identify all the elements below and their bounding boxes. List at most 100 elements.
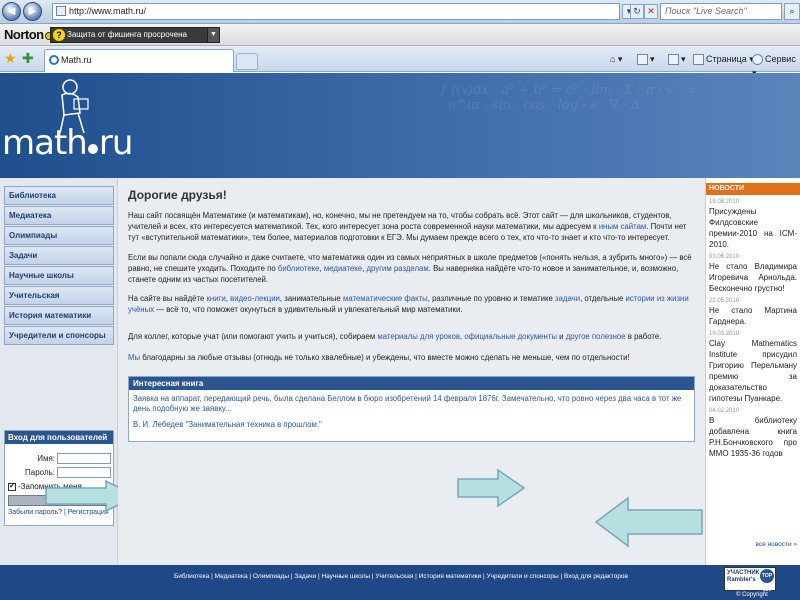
phishing-status-text: Защита от фишинга просрочена bbox=[67, 30, 187, 39]
visitor-paragraph: Если вы попали сюда случайно и даже счит… bbox=[128, 253, 692, 284]
logo-text: math bbox=[2, 123, 88, 163]
url-field[interactable]: http://www.math.ru/ bbox=[52, 3, 620, 20]
favorites-star-icon[interactable]: ★ bbox=[4, 51, 17, 65]
search-input[interactable]: Поиск "Live Search" bbox=[660, 3, 782, 20]
stop-icon[interactable]: ✕ bbox=[644, 4, 658, 19]
video-lectures-link[interactable]: видео-лекции bbox=[230, 294, 280, 303]
library-link[interactable]: библиотеке bbox=[278, 264, 320, 273]
page-title: Дорогие друзья! bbox=[128, 188, 227, 202]
media-link[interactable]: медиатеке bbox=[324, 264, 362, 273]
problems-link[interactable]: задачи bbox=[555, 294, 580, 303]
home-icon[interactable]: ⌂ ▾ bbox=[610, 52, 622, 66]
news-text[interactable]: В библиотеку добавлена книга Р.Н.Бончков… bbox=[709, 415, 797, 459]
print-icon[interactable]: ▾ bbox=[668, 52, 686, 66]
menu-item-media[interactable]: Медиатека bbox=[4, 206, 114, 225]
content-paragraph: На сайте вы найдёте книги, видео-лекции,… bbox=[128, 294, 689, 314]
tab-bar: ★ ✚ Math.ru ⌂ ▾ ▾ ▾ Страница ▾ Сервис ▾ bbox=[0, 46, 800, 78]
logo-suffix: ru bbox=[98, 123, 134, 163]
username-input[interactable] bbox=[57, 453, 111, 464]
book-excerpt-link[interactable]: Заявка на аппарат, передающий речь, была… bbox=[129, 390, 694, 414]
phishing-status-dropdown[interactable]: ? Защита от фишинга просрочена ▼ bbox=[50, 27, 220, 43]
lesson-materials-link[interactable]: материалы для уроков bbox=[377, 332, 460, 341]
news-sidebar: НОВОСТИ 19.08.2010 Присуждены Филдсовски… bbox=[705, 178, 800, 565]
menu-item-olympiads[interactable]: Олимпиады bbox=[4, 226, 114, 245]
content-text: На сайте вы найдёте bbox=[128, 294, 205, 303]
other-sites-link[interactable]: иным сайтам bbox=[599, 222, 647, 231]
feedback-text: благодарны за любые отзывы (отнюдь не то… bbox=[140, 353, 630, 362]
remember-checkbox[interactable]: ✔ bbox=[8, 482, 16, 491]
news-date: 04.02.2010 bbox=[709, 408, 740, 414]
address-bar: ◀ ▶ http://www.math.ru/ ▾ ↻ ✕ Поиск "Liv… bbox=[0, 0, 800, 24]
intro-text: Наш сайт посвящён Математике (и математи… bbox=[128, 211, 672, 231]
news-item: 19.03.2010 Clay Mathematics Institute пр… bbox=[706, 327, 800, 404]
password-input[interactable] bbox=[57, 467, 111, 478]
username-row: Имя: bbox=[7, 453, 111, 465]
password-label: Пароль: bbox=[25, 468, 55, 477]
main-menu: Библиотека Медиатека Олимпиады Задачи На… bbox=[4, 186, 114, 346]
main-content: Дорогие друзья! Наш сайт посвящён Матема… bbox=[118, 178, 705, 565]
help-icon: ? bbox=[53, 29, 65, 41]
page-menu-label: Страница bbox=[706, 54, 747, 64]
url-text: http://www.math.ru/ bbox=[69, 6, 147, 16]
page-menu[interactable]: Страница ▾ bbox=[693, 52, 754, 66]
books-link[interactable]: книги bbox=[207, 294, 226, 303]
news-item: 03.06.2010 Не стало Владимира Игоревича … bbox=[706, 250, 800, 294]
search-icon[interactable]: ⌕ bbox=[784, 3, 800, 20]
news-date: 19.03.2010 bbox=[709, 331, 740, 337]
username-label: Имя: bbox=[37, 454, 55, 463]
menu-item-schools[interactable]: Научные школы bbox=[4, 266, 114, 285]
book-author-link[interactable]: В. И. Лебедев "Занимательная техника в п… bbox=[129, 414, 694, 429]
page-icon bbox=[56, 6, 66, 16]
content-text-2: , занимательные bbox=[279, 294, 341, 303]
norton-logo: Norton bbox=[4, 27, 53, 42]
content-text-4: , отдельные bbox=[580, 294, 624, 303]
feedback-link[interactable]: Мы bbox=[128, 353, 140, 362]
left-sidebar: Библиотека Медиатека Олимпиады Задачи На… bbox=[0, 178, 138, 565]
menu-item-library[interactable]: Библиотека bbox=[4, 186, 114, 205]
footer-links[interactable]: Библиотека | Медиатека | Олимпиады | Зад… bbox=[174, 573, 628, 580]
menu-item-teachers[interactable]: Учительская bbox=[4, 286, 114, 305]
web-page: ∫ f(x)dx · a² + b² = c² · lim · Σ · π · … bbox=[0, 73, 800, 600]
rambler-top100-badge[interactable]: УЧАСТНИК Rambler's TOP 100 bbox=[724, 567, 776, 593]
news-title: НОВОСТИ bbox=[706, 183, 800, 195]
official-docs-link[interactable]: официальные документы bbox=[464, 332, 557, 341]
news-item: 04.02.2010 В библиотеку добавлена книга … bbox=[706, 404, 800, 459]
news-text[interactable]: Не стало Владимира Игоревича Арнольда. Б… bbox=[709, 261, 797, 294]
arrow-left-icon bbox=[594, 496, 703, 548]
menu-item-sponsors[interactable]: Учредители и спонсоры bbox=[4, 326, 114, 345]
intro-paragraph: Наш сайт посвящён Математике (и математи… bbox=[128, 210, 696, 243]
content-text-end: — всё то, что поможет окунуться в удивит… bbox=[154, 305, 463, 314]
ie-icon bbox=[49, 55, 59, 65]
forward-button[interactable]: ▶ bbox=[23, 2, 42, 21]
colleagues-paragraph: Для коллег, которые учат (или помогают у… bbox=[128, 332, 662, 341]
new-tab-button[interactable] bbox=[236, 53, 258, 70]
header-watermark: ∫ f(x)dx · a² + b² = c² · lim · Σ · π · … bbox=[440, 83, 699, 113]
colleagues-text: Для коллег, которые учат (или помогают у… bbox=[128, 332, 376, 341]
copyright: © Copyright bbox=[736, 592, 768, 598]
math-facts-link[interactable]: математические факты bbox=[343, 294, 428, 303]
all-news-link[interactable]: все новости » bbox=[755, 541, 797, 548]
badge-top100: TOP 100 bbox=[760, 569, 774, 593]
back-button[interactable]: ◀ bbox=[2, 2, 21, 21]
book-box-title: Интересная книга bbox=[129, 377, 694, 390]
news-text[interactable]: Не стало Мартина Гарднера. bbox=[709, 305, 797, 327]
site-logo[interactable]: math ru bbox=[2, 123, 134, 163]
content-text-3: , различные по уровню и тематике bbox=[427, 294, 553, 303]
norton-toolbar: Norton ? Защита от фишинга просрочена ▼ bbox=[0, 24, 800, 46]
other-sections-link[interactable]: другим разделам bbox=[366, 264, 428, 273]
tab-math-ru[interactable]: Math.ru bbox=[44, 49, 234, 72]
refresh-icon[interactable]: ↻ bbox=[630, 4, 644, 19]
site-footer: Библиотека | Медиатека | Олимпиады | Зад… bbox=[0, 565, 800, 600]
news-item: 22.05.2010 Не стало Мартина Гарднера. bbox=[706, 294, 800, 327]
site-header: ∫ f(x)dx · a² + b² = c² · lim · Σ · π · … bbox=[0, 73, 800, 178]
add-favorite-icon[interactable]: ✚ bbox=[22, 51, 34, 65]
other-useful-link[interactable]: другое полезное bbox=[566, 332, 626, 341]
news-text[interactable]: Clay Mathematics Institute присудил Григ… bbox=[709, 338, 797, 404]
news-link[interactable]: Присуждены Филдсовские премии-2010 на IC… bbox=[709, 206, 797, 250]
menu-item-history[interactable]: История математики bbox=[4, 306, 114, 325]
news-date: 03.06.2010 bbox=[709, 254, 740, 260]
feedback-paragraph: Мы благодарны за любые отзывы (отнюдь не… bbox=[128, 352, 696, 363]
menu-item-problems[interactable]: Задачи bbox=[4, 246, 114, 265]
feeds-icon[interactable]: ▾ bbox=[637, 52, 655, 66]
tab-title: Math.ru bbox=[61, 55, 92, 65]
